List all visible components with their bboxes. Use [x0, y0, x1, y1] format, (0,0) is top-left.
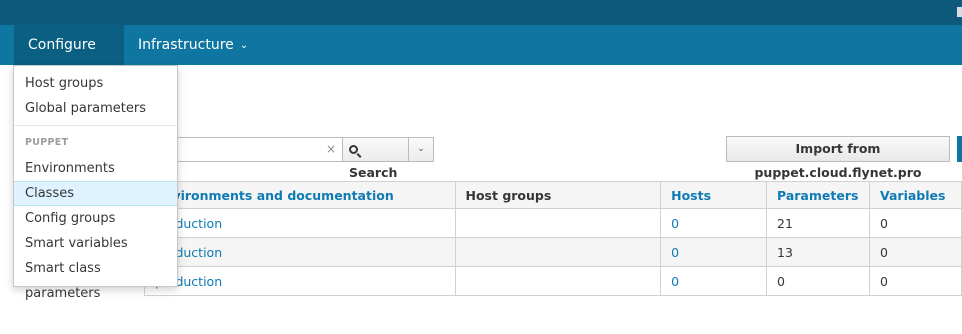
action-button-edge[interactable] — [957, 136, 962, 162]
configure-dropdown-menu: Host groups Global parameters PUPPET Env… — [13, 65, 178, 301]
host-groups-cell — [454, 208, 662, 238]
import-button[interactable]: Import from puppet.cloud.flynet.pro — [726, 136, 950, 180]
host-groups-cell — [454, 237, 662, 267]
nav-configure[interactable]: Configure⌄ — [14, 25, 124, 91]
parameters-cell: 0 — [766, 266, 870, 296]
environment-link[interactable]: production — [144, 237, 456, 267]
parameters-cell: 21 — [766, 208, 870, 238]
hosts-count-link[interactable]: 0 — [660, 266, 767, 296]
menu-item-smart-class-parameters[interactable]: Smart class parameters — [14, 256, 177, 301]
table-row: production 0 0 0 — [144, 266, 962, 296]
nav-infrastructure[interactable]: Infrastructure ⌄ — [124, 25, 262, 65]
classes-table: Environments and documentation Host grou… — [144, 181, 962, 296]
parameters-cell: 13 — [766, 237, 870, 267]
header-hosts[interactable]: Hosts — [660, 181, 767, 209]
menu-item-environments[interactable]: Environments — [14, 156, 177, 181]
chevron-down-icon: ⌄ — [239, 40, 249, 51]
nav-infrastructure-label: Infrastructure — [138, 37, 234, 53]
main-navigation: Configure⌄ Infrastructure ⌄ — [0, 25, 962, 91]
variables-cell: 0 — [868, 237, 962, 267]
environment-link[interactable]: production — [144, 266, 456, 296]
hosts-count-link[interactable]: 0 — [660, 208, 767, 238]
search-button-label: Search — [349, 165, 398, 180]
menu-item-host-groups[interactable]: Host groups — [14, 71, 177, 96]
table-row: production 0 13 0 — [144, 237, 962, 267]
header-parameters[interactable]: Parameters — [766, 181, 870, 209]
header-variables[interactable]: Variables — [868, 181, 962, 209]
menu-item-global-parameters[interactable]: Global parameters — [14, 96, 177, 121]
user-menu-edge[interactable] — [957, 7, 962, 17]
search-button[interactable]: Search — [342, 137, 409, 180]
header-host-groups: Host groups — [454, 181, 662, 209]
search-input[interactable]: × — [170, 137, 342, 162]
header-environments[interactable]: Environments and documentation — [144, 181, 456, 209]
menu-divider — [14, 125, 177, 126]
search-bookmarks-dropdown[interactable]: ⌄ — [409, 137, 434, 162]
menu-item-config-groups[interactable]: Config groups — [14, 206, 177, 231]
menu-item-smart-variables[interactable]: Smart variables — [14, 231, 177, 256]
search-icon — [349, 145, 358, 154]
nav-configure-label: Configure — [28, 37, 96, 53]
menu-item-classes[interactable]: Classes — [14, 181, 177, 206]
host-groups-cell — [454, 266, 662, 296]
menu-section-header: PUPPET — [25, 137, 69, 148]
table-header-row: Environments and documentation Host grou… — [144, 181, 962, 209]
environment-link[interactable]: production — [144, 208, 456, 238]
table-row: production 0 21 0 — [144, 208, 962, 238]
clear-icon[interactable]: × — [326, 142, 336, 156]
top-header-bar — [0, 0, 962, 25]
hosts-count-link[interactable]: 0 — [660, 237, 767, 267]
chevron-down-icon: ⌄ — [417, 144, 425, 154]
variables-cell: 0 — [868, 266, 962, 296]
variables-cell: 0 — [868, 208, 962, 238]
